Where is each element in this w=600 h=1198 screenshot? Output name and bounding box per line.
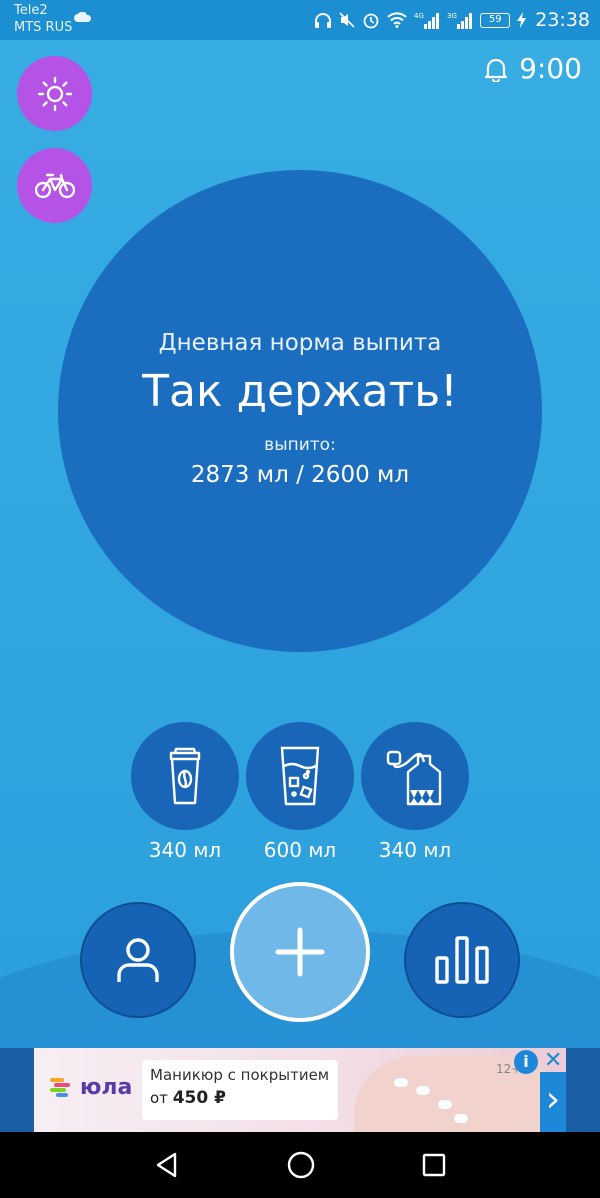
ad-text-card: Маникюр с покрытием от 450 ₽ — [142, 1060, 338, 1120]
signal-1-icon: 4G — [414, 12, 440, 29]
reminder-time: 9:00 — [519, 52, 582, 85]
carrier-2: MTS RUS — [14, 20, 73, 35]
nail-shape — [438, 1100, 452, 1109]
activity-button[interactable] — [17, 148, 92, 223]
user-icon — [117, 938, 159, 982]
ad-brand-name: юла — [80, 1074, 133, 1100]
ad-next-arrow[interactable]: › — [540, 1072, 566, 1132]
water-progress-circle: Дневная норма выпита Так держать! выпито… — [58, 170, 542, 652]
ad-brand-logo: юла — [48, 1074, 132, 1100]
status-clock: 23:38 — [535, 9, 590, 31]
nail-shape — [394, 1078, 408, 1087]
signal-2-icon: 3G — [447, 12, 473, 29]
alarm-icon — [363, 13, 379, 29]
weather-button[interactable] — [17, 56, 92, 131]
progress-subtitle: Дневная норма выпита — [158, 330, 442, 356]
bicycle-icon — [34, 173, 75, 198]
cloud-icon — [74, 12, 91, 22]
progress-headline: Так держать! — [142, 366, 458, 417]
statistics-button[interactable] — [404, 902, 520, 1018]
add-drink-button[interactable] — [230, 882, 370, 1022]
battery-indicator: 59 — [480, 12, 511, 28]
wifi-icon — [387, 12, 407, 28]
quick-drink-label: 340 мл — [378, 838, 452, 862]
water-glass-icon — [280, 746, 320, 806]
coffee-cup-icon — [169, 747, 201, 805]
quick-drink-label: 600 мл — [263, 838, 337, 862]
bar-chart-icon — [435, 936, 489, 984]
quick-drink-water[interactable] — [246, 722, 354, 830]
drunk-label: выпито: — [264, 435, 336, 455]
tea-bag-icon — [386, 750, 442, 806]
ad-info-icon[interactable]: i — [514, 1050, 538, 1074]
ad-title: Маникюр с покрытием — [150, 1066, 330, 1084]
bell-icon — [485, 58, 508, 82]
mute-icon — [339, 12, 355, 28]
nail-shape — [416, 1086, 430, 1095]
ad-close-icon[interactable]: ✕ — [544, 1048, 562, 1073]
svg-text:3G: 3G — [447, 12, 457, 20]
quick-drink-tea[interactable] — [361, 722, 469, 830]
status-bar: Tele2 MTS RUS 4G 3G 59 23:38 — [0, 0, 600, 40]
charging-icon — [517, 12, 527, 28]
home-icon[interactable] — [286, 1150, 316, 1180]
carrier-1: Tele2 — [14, 3, 48, 18]
ad-price-line: от 450 ₽ — [150, 1088, 330, 1108]
ad-price-prefix: от — [150, 1089, 168, 1107]
drunk-amount: 2873 мл / 2600 мл — [190, 462, 410, 488]
ad-price: 450 ₽ — [172, 1088, 226, 1108]
yula-logo-icon — [50, 1078, 70, 1097]
system-nav-bar — [0, 1132, 600, 1198]
headphones-icon — [315, 13, 332, 28]
back-icon[interactable] — [153, 1151, 181, 1179]
main-screen: 9:00 Дневная норма выпита Так держать! в… — [0, 40, 600, 1048]
svg-text:4G: 4G — [414, 12, 424, 20]
status-icons: 4G 3G 59 23:38 — [314, 8, 590, 32]
ad-banner[interactable]: юла Маникюр с покрытием от 450 ₽ 12+ i ✕… — [0, 1048, 600, 1132]
quick-drink-coffee[interactable] — [131, 722, 239, 830]
sun-icon — [37, 76, 72, 111]
plus-icon — [275, 927, 325, 977]
ad-content[interactable]: юла Маникюр с покрытием от 450 ₽ 12+ i ✕… — [34, 1048, 566, 1132]
nail-shape — [454, 1114, 468, 1123]
recents-icon[interactable] — [421, 1152, 447, 1178]
quick-drink-label: 340 мл — [148, 838, 222, 862]
profile-button[interactable] — [80, 902, 196, 1018]
reminder-button[interactable]: 9:00 — [483, 52, 582, 85]
